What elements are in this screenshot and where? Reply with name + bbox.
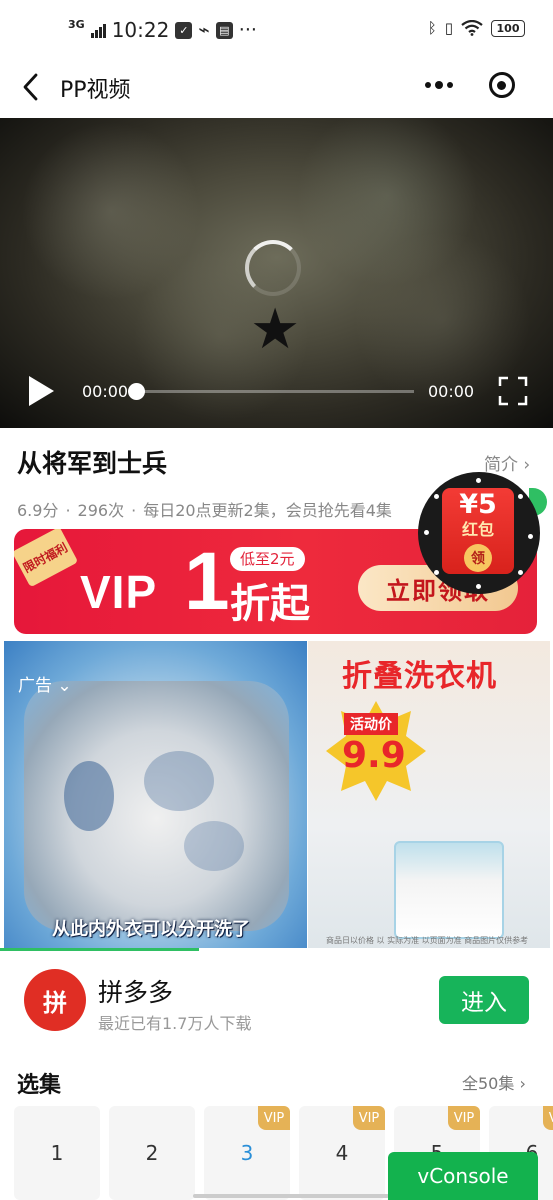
red-envelope-icon: ¥5 红包 领 bbox=[442, 488, 514, 574]
more-dot-icon bbox=[446, 82, 453, 88]
more-menu-button[interactable] bbox=[407, 64, 470, 106]
episode-item[interactable]: 1 bbox=[14, 1106, 100, 1200]
low-price-pill: 低至2元 bbox=[230, 547, 305, 571]
vconsole-button[interactable]: vConsole bbox=[388, 1152, 538, 1200]
episode-number: 1 bbox=[50, 1141, 64, 1165]
progress-track[interactable] bbox=[132, 390, 414, 393]
current-time: 00:00 bbox=[82, 382, 129, 401]
duration-time: 00:00 bbox=[428, 382, 475, 401]
activity-price-label: 活动价 bbox=[344, 713, 398, 735]
video-title: 从将军到士兵 bbox=[17, 449, 168, 478]
vip-badge: VIP bbox=[258, 1106, 290, 1130]
enter-button[interactable]: 进入 bbox=[439, 976, 529, 1024]
episode-number: 2 bbox=[145, 1141, 159, 1165]
back-arrow-icon[interactable] bbox=[18, 70, 46, 104]
red-packet-grab: 领 bbox=[464, 544, 492, 572]
limited-offer-badge: 限时福利 bbox=[14, 529, 79, 588]
ad-product-title: 折叠洗衣机 bbox=[342, 659, 497, 694]
episode-scrollbar[interactable] bbox=[193, 1194, 389, 1198]
score: 6.9分 bbox=[17, 501, 59, 520]
vip-badge: VIP bbox=[448, 1106, 480, 1130]
washer-bucket bbox=[394, 841, 504, 939]
vibrate-icon: ▯ bbox=[444, 19, 453, 37]
vip-badge: VIP bbox=[543, 1106, 553, 1130]
episode-item[interactable]: 4 VIP bbox=[299, 1106, 385, 1200]
nav-bar: PP视频 bbox=[0, 60, 553, 116]
status-right: ᛒ ▯ 100 bbox=[428, 19, 525, 37]
status-bar: 3G 10:22 ✓ ⌁ ▤ ··· ᛒ ▯ 100 bbox=[0, 0, 553, 60]
episode-item[interactable]: 2 bbox=[109, 1106, 195, 1200]
price-badge: 活动价 9.9 bbox=[326, 701, 426, 801]
ad-app-row: 拼 拼多多 最近已有1.7万人下载 进入 bbox=[0, 955, 553, 1047]
discount-text: 折起 bbox=[230, 581, 310, 627]
laundry-blob bbox=[144, 751, 214, 811]
video-player[interactable]: ★ 00:00 00:00 bbox=[0, 118, 553, 428]
ad-caption: 从此内外衣可以分开洗了 bbox=[52, 919, 250, 940]
update-info: 每日20点更新2集，会员抢先看4集 bbox=[143, 501, 392, 520]
red-packet-amount: ¥5 bbox=[459, 489, 497, 520]
pinduoduo-logo-icon: 拼 bbox=[24, 969, 86, 1031]
ad-progress-bar bbox=[0, 948, 199, 951]
vip-badge: VIP bbox=[353, 1106, 385, 1130]
episode-item-active[interactable]: 3 VIP bbox=[204, 1106, 290, 1200]
app-notification-icon: ▤ bbox=[215, 21, 233, 39]
star-icon: ★ bbox=[250, 297, 301, 362]
ad-fine-print: 商品日以价格 以 实际为准 以页面为准 商品图片仅供参考 bbox=[326, 936, 529, 945]
wifi-icon bbox=[461, 20, 483, 36]
vip-number: 1 bbox=[184, 536, 230, 627]
status-left: 3G 10:22 ✓ ⌁ ▤ ··· bbox=[68, 18, 257, 42]
laundry-blob bbox=[184, 821, 244, 871]
basin-shape bbox=[24, 681, 289, 931]
vip-word: VIP bbox=[80, 566, 158, 618]
all-episodes-link[interactable]: 全50集 › bbox=[462, 1070, 526, 1094]
more-dot-icon bbox=[424, 82, 431, 88]
mini-program-capsule bbox=[407, 64, 533, 106]
signal-icon bbox=[90, 22, 106, 38]
intro-link[interactable]: 简介 › bbox=[484, 450, 530, 475]
fullscreen-icon[interactable] bbox=[498, 376, 528, 406]
red-packet-float[interactable]: ¥5 红包 领 bbox=[418, 472, 540, 594]
bluetooth-icon: ᛒ bbox=[427, 19, 437, 37]
episodes-title: 选集 bbox=[17, 1073, 62, 1098]
episode-number: 3 bbox=[240, 1141, 254, 1165]
app-name: 拼多多 bbox=[98, 978, 174, 1007]
progress-thumb[interactable] bbox=[128, 383, 145, 400]
episode-number: 4 bbox=[335, 1141, 349, 1165]
red-packet-label: 红包 bbox=[461, 520, 494, 539]
check-icon: ✓ bbox=[175, 21, 193, 39]
more-notifications-icon: ··· bbox=[238, 19, 257, 41]
video-meta: 6.9分 · 296次 · 每日20点更新2集，会员抢先看4集 bbox=[17, 501, 392, 520]
battery-icon: 100 bbox=[491, 19, 525, 37]
play-icon[interactable] bbox=[24, 373, 58, 409]
ad-label[interactable]: 广告 ⌄ bbox=[18, 671, 72, 696]
network-type: 3G bbox=[68, 18, 85, 31]
app-download-count: 最近已有1.7万人下载 bbox=[98, 1014, 252, 1033]
close-mini-program-button[interactable] bbox=[470, 64, 533, 106]
usb-icon: ⌁ bbox=[198, 19, 210, 41]
page-title: PP视频 bbox=[60, 78, 131, 103]
ad-banner[interactable]: 广告 ⌄ 从此内外衣可以分开洗了 折叠洗衣机 活动价 9.9 商品日以价格 以 … bbox=[0, 641, 553, 951]
target-icon bbox=[488, 72, 515, 98]
laundry-blob bbox=[64, 761, 114, 831]
more-dot-icon bbox=[434, 81, 443, 89]
status-time: 10:22 bbox=[111, 18, 170, 42]
ad-price: 9.9 bbox=[342, 735, 406, 776]
play-count: 296次 bbox=[77, 501, 125, 520]
loading-spinner-icon bbox=[245, 240, 301, 296]
